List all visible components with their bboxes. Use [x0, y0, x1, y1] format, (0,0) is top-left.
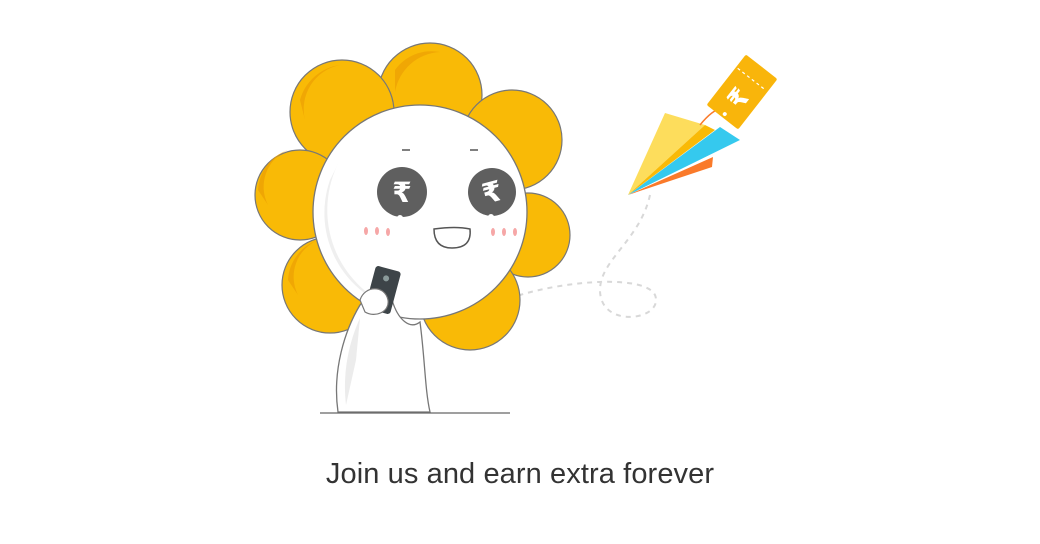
paper-plane-icon	[628, 113, 740, 195]
tagline: Join us and earn extra forever	[325, 458, 715, 490]
rupee-icon: ₹	[392, 176, 411, 209]
mouth	[433, 226, 471, 249]
rupee-ticket-icon: ₹	[707, 55, 777, 129]
